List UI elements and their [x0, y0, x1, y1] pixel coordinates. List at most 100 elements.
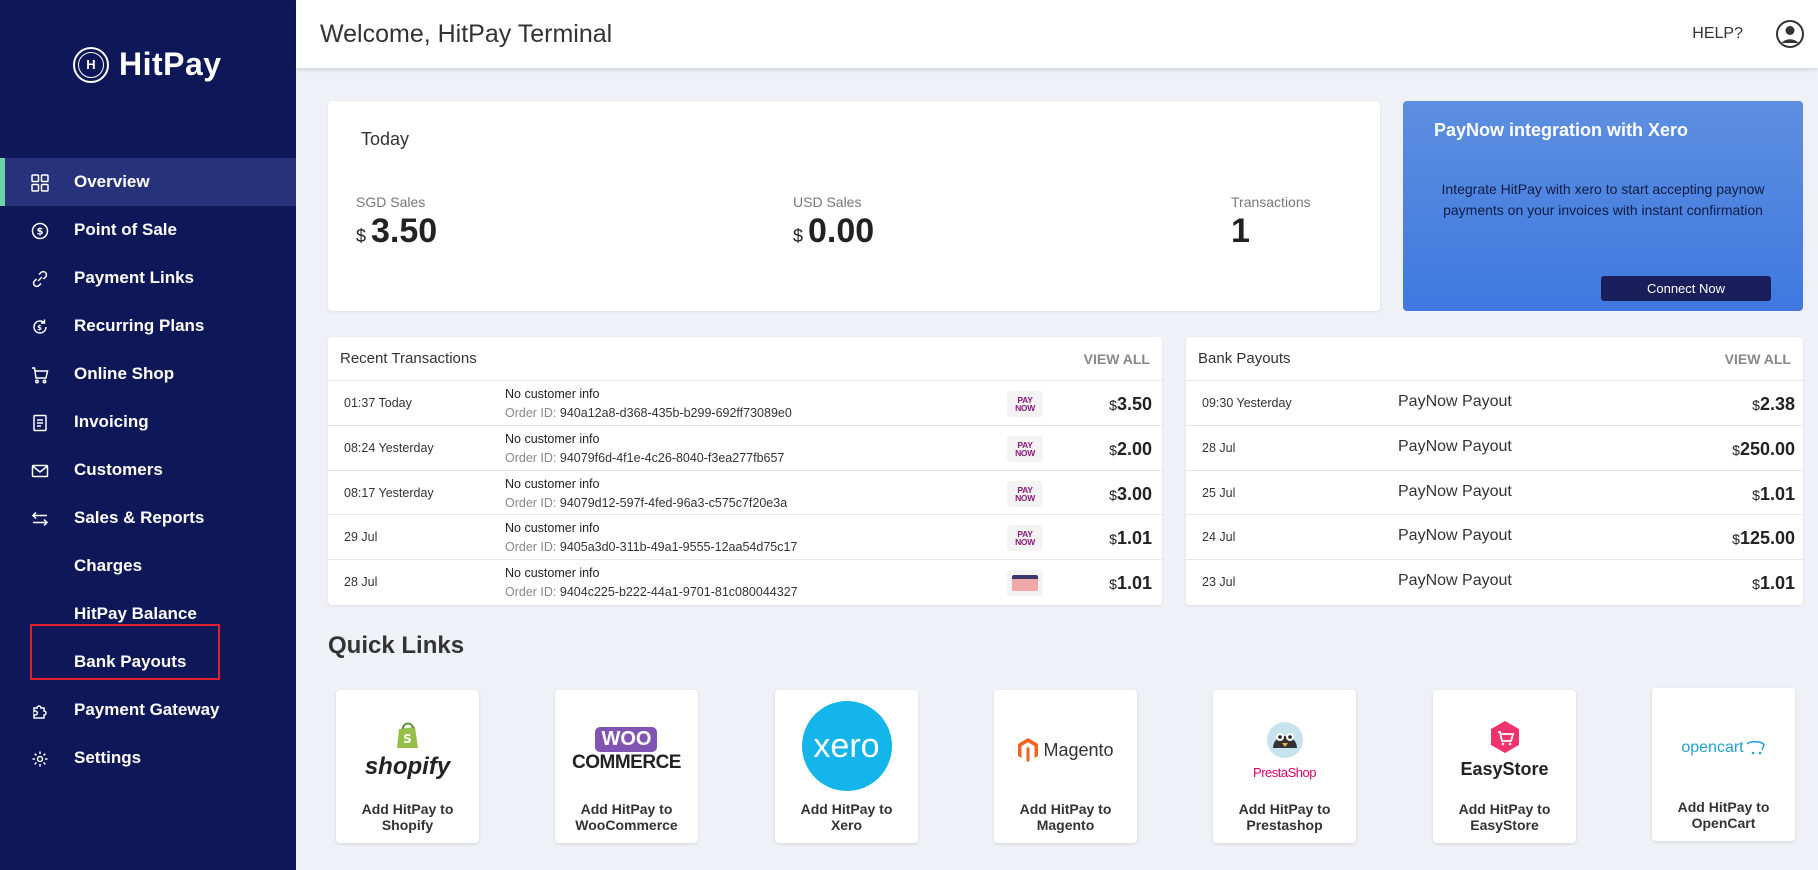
payout-time: 24 Jul	[1202, 530, 1236, 545]
table-row[interactable]: 24 Jul PayNow Payout $125.00	[1186, 515, 1803, 561]
sidebar-item-customers[interactable]: Customers	[0, 446, 296, 494]
sidebar-item-payment-links[interactable]: Payment Links	[0, 254, 296, 302]
promo-title: PayNow integration with Xero	[1434, 120, 1689, 140]
transaction-amount: $3.00	[1109, 483, 1152, 504]
sgd-sales-label: SGD Sales	[356, 194, 426, 210]
quick-link-label: Add HitPay to EasyStore	[1458, 801, 1551, 833]
dollar-circle-icon: $	[30, 221, 50, 241]
quick-link-opencart[interactable]: opencart Add HitPay to OpenCart	[1652, 688, 1795, 841]
sidebar-item-payment-gateway[interactable]: Payment Gateway	[0, 686, 296, 734]
help-link[interactable]: HELP?	[1692, 25, 1743, 43]
quick-link-shopify[interactable]: S shopify Add HitPay to Shopify	[336, 690, 479, 843]
table-row[interactable]: 01:37 Today No customer info Order ID: 940…	[328, 381, 1162, 426]
sidebar-item-recurring-plans[interactable]: $ Recurring Plans	[0, 302, 296, 350]
shopify-logo: S shopify	[336, 710, 479, 790]
quick-link-easystore[interactable]: EasyStore Add HitPay to EasyStore	[1433, 690, 1576, 843]
recent-transactions-header: Recent Transactions VIEW ALL	[328, 337, 1162, 381]
document-icon	[30, 413, 50, 433]
payout-name: PayNow Payout	[1398, 572, 1512, 590]
table-row[interactable]: 09:30 Yesterday PayNow Payout $2.38	[1186, 381, 1803, 426]
payout-name: PayNow Payout	[1398, 393, 1512, 410]
sidebar-item-invoicing[interactable]: Invoicing	[0, 398, 296, 446]
sidebar-item-point-of-sale[interactable]: $ Point of Sale	[0, 206, 296, 254]
payment-method-badge: PAY NOW	[1007, 435, 1043, 462]
sidebar: H HitPay Overview $ Point of Sale Paymen…	[0, 0, 296, 870]
transaction-time: 08:24 Yesterday	[344, 440, 434, 455]
table-row[interactable]: 29 Jul No customer info Order ID: 9405a3d0…	[328, 515, 1162, 561]
transactions-list: 01:37 Today No customer info Order ID: 940…	[328, 381, 1162, 605]
payout-amount: $1.01	[1752, 483, 1795, 504]
sidebar-nav: Overview $ Point of Sale Payment Links $…	[0, 158, 296, 782]
table-row[interactable]: 25 Jul PayNow Payout $1.01	[1186, 471, 1803, 516]
quick-link-prestashop[interactable]: PrestaShop Add HitPay to Prestashop	[1213, 690, 1356, 843]
paynow-logo: PAY NOW	[1015, 529, 1035, 548]
quick-link-label: Add HitPay to Prestashop	[1238, 801, 1331, 833]
transaction-amount: $1.01	[1109, 528, 1152, 549]
cart-icon	[30, 365, 50, 385]
sidebar-item-label: Overview	[74, 172, 150, 191]
transaction-amount: $2.00	[1109, 438, 1152, 459]
payment-method-badge: PAY NOW	[1007, 391, 1043, 417]
sidebar-item-label: Payment Links	[74, 268, 194, 287]
hitpay-logo-icon: H	[73, 46, 109, 83]
avatar[interactable]	[1775, 19, 1805, 49]
sidebar-item-charges[interactable]: Charges	[0, 542, 296, 590]
arrows-icon	[30, 509, 50, 529]
bank-payouts-title: Bank Payouts	[1198, 350, 1291, 367]
transaction-amount: $3.50	[1109, 394, 1152, 414]
sidebar-item-sales-reports[interactable]: Sales & Reports	[0, 494, 296, 542]
mail-icon	[30, 461, 50, 481]
payout-time: 23 Jul	[1202, 575, 1236, 590]
transaction-customer: No customer info	[505, 387, 600, 401]
transaction-customer: No customer info	[505, 431, 600, 446]
payout-name: PayNow Payout	[1398, 527, 1512, 545]
transaction-time: 08:17 Yesterday	[344, 485, 434, 500]
transaction-order-id: Order ID: 9405a3d0-311b-49a1-9555-12aa54…	[505, 540, 798, 555]
usd-sales-value: $0.00	[793, 212, 875, 250]
table-row[interactable]: 08:17 Yesterday No customer info Order ID:…	[328, 471, 1162, 516]
magento-logo: Magento	[994, 710, 1137, 790]
today-title: Today	[361, 129, 410, 149]
bank-payouts-header: Bank Payouts VIEW ALL	[1186, 337, 1803, 381]
payout-name: PayNow Payout	[1398, 482, 1512, 500]
view-all-payouts-link[interactable]: VIEW ALL	[1725, 351, 1791, 367]
puzzle-icon	[30, 701, 50, 721]
sidebar-item-label: Recurring Plans	[74, 316, 205, 335]
table-row[interactable]: 28 Jul PayNow Payout $250.00	[1186, 426, 1803, 471]
svg-text:$: $	[37, 324, 42, 332]
prestashop-icon	[1266, 722, 1303, 758]
transaction-customer: No customer info	[505, 521, 600, 536]
sidebar-item-overview[interactable]: Overview	[0, 158, 296, 206]
payout-time: 09:30 Yesterday	[1202, 396, 1292, 410]
payout-amount: $125.00	[1732, 528, 1795, 549]
quick-link-magento[interactable]: Magento Add HitPay to Magento	[994, 690, 1137, 843]
sidebar-item-online-shop[interactable]: Online Shop	[0, 350, 296, 398]
view-all-transactions-link[interactable]: VIEW ALL	[1084, 351, 1150, 367]
quick-link-label: Add HitPay to Xero	[800, 801, 893, 833]
hitpay-logo[interactable]: H HitPay	[73, 46, 222, 83]
connect-now-button[interactable]: Connect Now	[1601, 276, 1771, 301]
quick-link-woocommerce[interactable]: WOO COMMERCE Add HitPay to WooCommerce	[555, 690, 698, 843]
link-icon	[30, 269, 50, 289]
payout-amount: $250.00	[1732, 438, 1795, 459]
payment-method-badge: PAY NOW	[1007, 480, 1043, 507]
sidebar-item-settings[interactable]: Settings	[0, 734, 296, 782]
svg-text:$: $	[37, 227, 44, 238]
sidebar-item-label: Online Shop	[74, 364, 175, 383]
table-row[interactable]: 28 Jul No customer info Order ID: 9404c225…	[328, 560, 1162, 605]
sidebar-item-label: Charges	[74, 556, 143, 575]
sidebar-item-label: Payment Gateway	[74, 700, 220, 719]
transaction-amount: $1.01	[1109, 573, 1152, 594]
table-row[interactable]: 08:24 Yesterday No customer info Order ID:…	[328, 426, 1162, 471]
opencart-logo: opencart	[1652, 708, 1795, 788]
transaction-order-id: Order ID: 94079d12-597f-4fed-96a3-c575c7…	[505, 495, 788, 510]
payout-time: 28 Jul	[1202, 440, 1236, 455]
table-row[interactable]: 23 Jul PayNow Payout $1.01	[1186, 560, 1803, 605]
magento-icon	[1018, 738, 1039, 762]
woocommerce-logo: WOO COMMERCE	[572, 726, 681, 773]
quick-link-xero[interactable]: xero Add HitPay to Xero	[775, 690, 918, 843]
payout-amount: $2.38	[1752, 394, 1795, 414]
opencart-cart-icon	[1746, 741, 1765, 755]
grid-icon	[30, 173, 50, 193]
payout-name: PayNow Payout	[1398, 437, 1512, 455]
